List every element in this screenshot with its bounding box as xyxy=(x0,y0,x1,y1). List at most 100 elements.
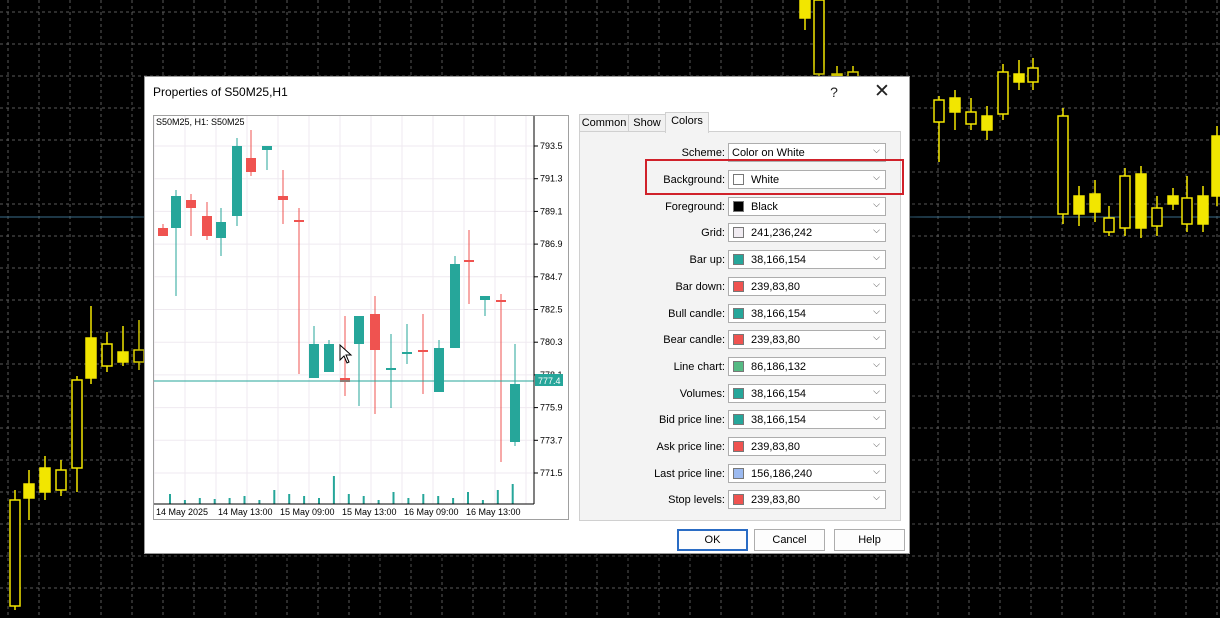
tab-common[interactable]: Common xyxy=(579,114,629,132)
candle-body xyxy=(186,200,196,208)
color-row: Ask price line: 239,83,80 ⌵ xyxy=(580,437,902,457)
bar-up-value: 38,166,154 xyxy=(751,254,807,267)
candle-body xyxy=(1167,195,1179,205)
last-price-line-label: Last price line: xyxy=(654,467,725,480)
scheme-value: Color on White xyxy=(732,147,805,159)
chevron-down-icon: ⌵ xyxy=(873,145,880,155)
ok-button[interactable]: OK xyxy=(677,529,748,551)
candle-body xyxy=(278,196,288,200)
color-swatch xyxy=(733,441,744,452)
dialog-title: Properties of S50M25,H1 xyxy=(153,85,288,99)
ask-price-line-color-select[interactable]: 239,83,80 ⌵ xyxy=(728,437,886,456)
color-row: Bar up: 38,166,154 ⌵ xyxy=(580,250,902,270)
color-swatch xyxy=(733,254,744,266)
volumes-label: Volumes: xyxy=(679,387,725,400)
color-swatch xyxy=(733,200,744,212)
last-price-line-color-select[interactable]: 156,186,240 ⌵ xyxy=(728,463,886,483)
color-row: Bar down: 239,83,80 ⌵ xyxy=(580,276,902,297)
chevron-down-icon: ⌵ xyxy=(873,358,880,369)
price-tick-label: 793.5 xyxy=(540,141,563,151)
candle-body xyxy=(133,349,145,363)
volumes-color-select[interactable]: 38,166,154 ⌵ xyxy=(728,383,886,403)
candle-body xyxy=(965,111,977,125)
candle-body xyxy=(496,300,506,302)
ask-price-line-value: 239,83,80 xyxy=(751,441,800,453)
scheme-row: Scheme: Color on White ⌵ xyxy=(580,143,902,163)
line-chart-color-select[interactable]: 86,186,132 ⌵ xyxy=(728,356,886,376)
preview-candles xyxy=(158,130,520,462)
bar-up-color-select[interactable]: 38,166,154 ⌵ xyxy=(728,250,886,270)
bar-down-label: Bar down: xyxy=(675,280,725,293)
bull-candle-color-select[interactable]: 38,166,154 ⌵ xyxy=(728,303,886,323)
background-color-select[interactable]: White ⌵ xyxy=(728,170,886,189)
bid-price-line-value: 38,166,154 xyxy=(751,414,807,427)
candle-body xyxy=(117,351,129,363)
cancel-button[interactable]: Cancel xyxy=(754,529,825,551)
candle-body xyxy=(1027,67,1039,83)
scheme-select[interactable]: Color on White ⌵ xyxy=(728,143,886,162)
bid-price-line-label: Bid price line: xyxy=(658,414,725,427)
candle-body xyxy=(354,316,364,344)
candle-body xyxy=(799,0,811,19)
candle-body xyxy=(1181,197,1193,225)
price-tick-label: 784.7 xyxy=(540,272,563,282)
candle-body xyxy=(464,260,474,262)
candle-body xyxy=(216,222,226,238)
stop-levels-color-select[interactable]: 239,83,80 ⌵ xyxy=(728,490,886,510)
color-swatch xyxy=(733,414,744,426)
tab-show[interactable]: Show xyxy=(628,114,666,132)
preview-symbol-label: S50M25, H1: S50M25 xyxy=(156,117,245,127)
background-value: White xyxy=(751,174,780,186)
candle-body xyxy=(933,99,945,123)
foreground-value: Black xyxy=(751,200,778,213)
color-row: Grid: 241,236,242 ⌵ xyxy=(580,223,902,243)
color-row: Bull candle: 38,166,154 ⌵ xyxy=(580,303,902,324)
time-tick-label: 14 May 2025 xyxy=(156,507,208,517)
color-swatch xyxy=(733,334,744,346)
bear-candle-value: 239,83,80 xyxy=(751,334,800,347)
ask-price-line-label: Ask price line: xyxy=(656,441,725,453)
chevron-down-icon: ⌵ xyxy=(873,252,880,263)
price-tick-label: 789.1 xyxy=(540,206,563,216)
time-tick-label: 15 May 09:00 xyxy=(280,507,335,517)
candle-body xyxy=(262,146,272,150)
foreground-color-select[interactable]: Black ⌵ xyxy=(728,196,886,216)
help-icon[interactable]: ? xyxy=(811,77,857,107)
color-row: Stop levels: 239,83,80 ⌵ xyxy=(580,490,902,510)
candle-body xyxy=(949,97,961,113)
chevron-down-icon: ⌵ xyxy=(873,172,880,182)
tab-colors[interactable]: Colors xyxy=(665,112,709,133)
chevron-down-icon: ⌵ xyxy=(873,332,880,343)
bear-candle-color-select[interactable]: 239,83,80 ⌵ xyxy=(728,330,886,350)
candle-body xyxy=(1119,175,1131,229)
bar-down-color-select[interactable]: 239,83,80 ⌵ xyxy=(728,276,886,296)
background-label: Background: xyxy=(663,174,725,186)
color-row: Bear candle: 239,83,80 ⌵ xyxy=(580,330,902,350)
color-row: Bid price line: 38,166,154 ⌵ xyxy=(580,410,902,430)
preview-price-axis: 793.5791.3789.1786.9784.7782.5780.3778.1… xyxy=(534,141,563,478)
candle-body xyxy=(1151,207,1163,227)
candle-body xyxy=(510,384,520,442)
title-bar[interactable]: Properties of S50M25,H1 ? ✕ xyxy=(145,77,909,107)
color-swatch xyxy=(733,387,744,399)
candle-body xyxy=(1197,195,1209,225)
help-button[interactable]: Help xyxy=(834,529,905,551)
candle-body xyxy=(1135,173,1147,229)
preview-grid xyxy=(154,116,534,504)
chevron-down-icon: ⌵ xyxy=(873,492,880,503)
close-icon[interactable]: ✕ xyxy=(859,77,905,107)
time-tick-label: 16 May 09:00 xyxy=(404,507,459,517)
chevron-down-icon: ⌵ xyxy=(873,278,880,289)
color-row: Background: White ⌵ xyxy=(580,170,902,190)
color-swatch xyxy=(733,280,744,292)
candle-body xyxy=(85,337,97,379)
color-swatch xyxy=(733,360,744,372)
bar-up-label: Bar up: xyxy=(689,254,725,267)
volumes-value: 38,166,154 xyxy=(751,387,807,400)
price-tick-label: 786.9 xyxy=(540,239,563,249)
bid-price-line-color-select[interactable]: 38,166,154 ⌵ xyxy=(728,410,886,430)
grid-label: Grid: xyxy=(701,227,725,240)
grid-value: 241,236,242 xyxy=(751,227,813,240)
grid-color-select[interactable]: 241,236,242 ⌵ xyxy=(728,223,886,243)
chart-preview: 793.5791.3789.1786.9784.7782.5780.3778.1… xyxy=(153,115,569,520)
